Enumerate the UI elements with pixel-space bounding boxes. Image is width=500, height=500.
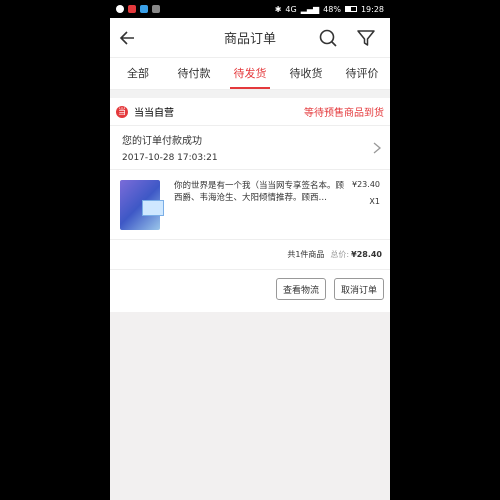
order-info-row[interactable]: 您的订单付款成功 2017-10-28 17:03:21 xyxy=(110,126,390,170)
status-bar: ✱ 4G ▂▄▆ 48% 19:28 xyxy=(110,0,390,18)
battery-label: 48% xyxy=(323,4,341,14)
order-actions: 查看物流 取消订单 xyxy=(110,270,390,308)
order-summary: 共1件商品 总价: ¥28.40 xyxy=(110,240,390,270)
shop-row[interactable]: 当 当当自营 等待预售商品到货 xyxy=(110,98,390,126)
bluetooth-icon: ✱ xyxy=(274,4,282,14)
order-status-label: 等待预售商品到货 xyxy=(304,108,384,119)
phone-screen: ✱ 4G ▂▄▆ 48% 19:28 商品订单 全部 待付款 待发货 待收货 待… xyxy=(110,0,390,500)
filter-icon[interactable] xyxy=(356,28,376,48)
view-logistics-button[interactable]: 查看物流 xyxy=(275,278,326,300)
order-item[interactable]: 你的世界是有一个我（当当网专享签名本。顾西爵、韦海沧生、大阳倾情推荐。顾西… ¥… xyxy=(110,170,390,240)
divider xyxy=(110,90,390,98)
order-datetime: 2017-10-28 17:03:21 xyxy=(122,153,218,163)
tab-all[interactable]: 全部 xyxy=(110,58,166,89)
search-icon[interactable] xyxy=(318,28,338,48)
clock: 19:28 xyxy=(360,4,384,14)
product-price: ¥23.40 xyxy=(352,180,380,189)
telegram-icon xyxy=(140,5,148,13)
notification-icon xyxy=(116,5,124,13)
shop-logo-icon: 当 xyxy=(116,105,128,118)
page-title: 商品订单 xyxy=(223,32,276,47)
cancel-order-button[interactable]: 取消订单 xyxy=(333,278,384,300)
product-title: 你的世界是有一个我（当当网专享签名本。顾西爵、韦海沧生、大阳倾情推荐。顾西… xyxy=(174,181,345,203)
signal-icon: ▂▄▆ xyxy=(300,4,320,14)
product-thumbnail xyxy=(120,180,164,230)
tab-pending-review[interactable]: 待评价 xyxy=(334,58,390,89)
shop-name: 当当自营 xyxy=(134,108,174,119)
app-header: 商品订单 xyxy=(110,18,390,58)
total-amount: ¥28.40 xyxy=(351,250,382,259)
tab-pending-shipment[interactable]: 待发货 xyxy=(222,58,278,89)
back-arrow-icon[interactable] xyxy=(118,28,138,48)
product-quantity: X1 xyxy=(369,197,380,206)
battery-icon xyxy=(344,6,357,12)
app-notification-icon xyxy=(128,5,136,13)
tab-pending-receipt[interactable]: 待收货 xyxy=(278,58,334,89)
product-price-qty: ¥23.40 X1 xyxy=(346,180,380,229)
order-tabs: 全部 待付款 待发货 待收货 待评价 xyxy=(110,58,390,90)
network-label: 4G xyxy=(285,4,297,14)
chevron-right-icon xyxy=(373,142,382,154)
empty-area xyxy=(110,312,390,500)
order-message: 您的订单付款成功 xyxy=(122,136,202,147)
item-count: 共1件商品 xyxy=(287,250,325,259)
image-icon xyxy=(152,5,160,13)
tab-pending-payment[interactable]: 待付款 xyxy=(166,58,222,89)
total-label: 总价: xyxy=(330,250,350,259)
